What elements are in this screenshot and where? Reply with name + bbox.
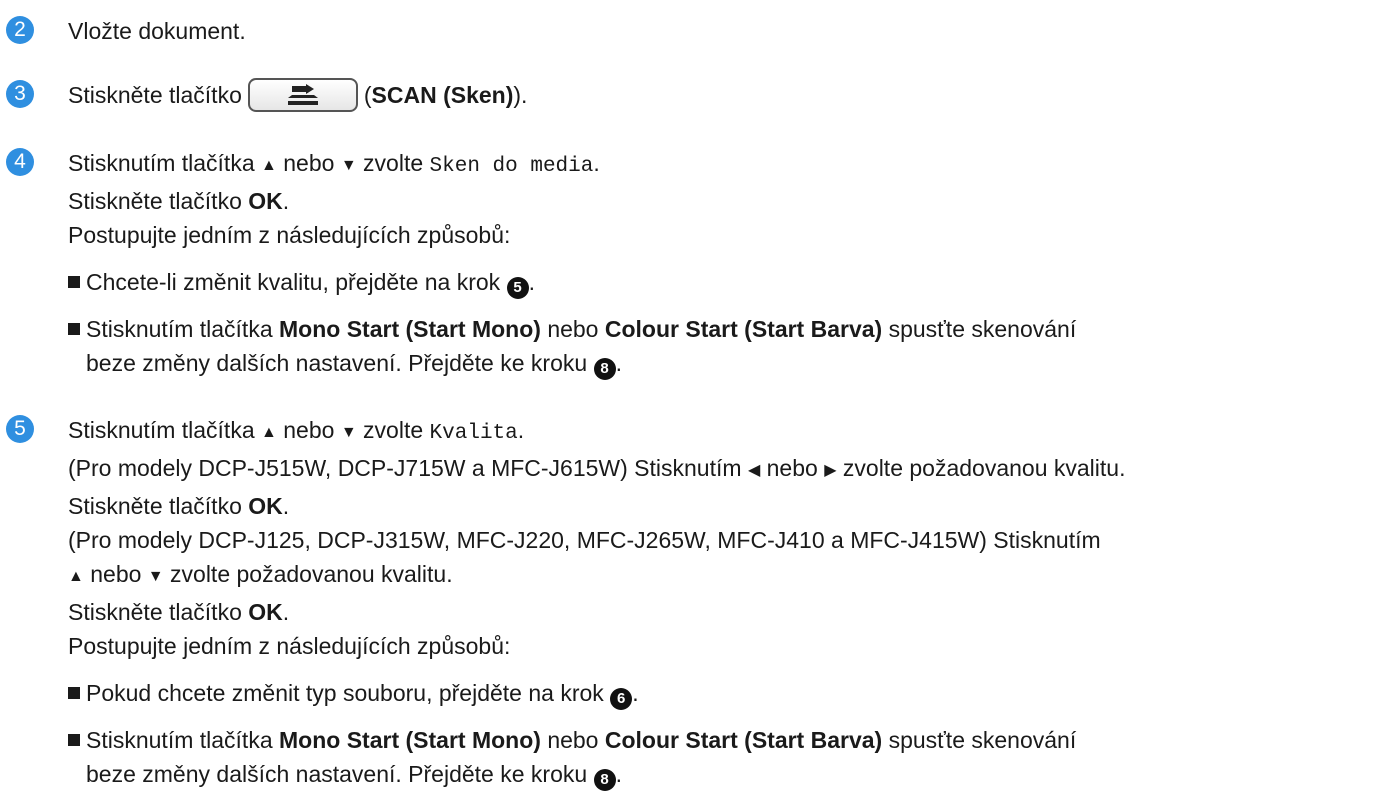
step-line: Stisknutím tlačítka ▲ nebo ▼ zvolte Sken… <box>68 146 1388 184</box>
text-segment: Stiskněte tlačítko <box>68 599 242 625</box>
down-arrow-icon: ▼ <box>147 568 164 585</box>
step-number-badge: 4 <box>6 148 34 176</box>
text-segment: Chcete-li změnit kvalitu, přejděte na kr… <box>86 269 501 295</box>
text-segment: Stisknutím tlačítka <box>68 150 255 176</box>
step-number-badge: 2 <box>6 16 34 44</box>
text-segment: . <box>517 417 525 443</box>
step-reference: 6 <box>610 688 633 710</box>
ok-label: OK <box>248 493 283 519</box>
up-arrow-icon: ▲ <box>261 157 277 174</box>
colour-start-label: Colour Start (Start Barva) <box>604 727 883 753</box>
text-segment: . <box>593 150 600 176</box>
text-segment: . <box>528 269 535 295</box>
text-segment: nebo <box>766 455 818 481</box>
step-text: Vložte dokument. <box>68 18 246 44</box>
text-segment: nebo <box>547 727 599 753</box>
scan-label: SCAN (Sken) <box>371 82 514 108</box>
step-line: ▲ nebo ▼ zvolte požadovanou kvalitu. <box>68 557 1388 595</box>
step-text: Stiskněte tlačítko (SCAN (Sken)). <box>68 77 1388 114</box>
ok-label: OK <box>248 188 283 214</box>
bullet-item: Stisknutím tlačítka Mono Start (Start Mo… <box>68 723 1388 791</box>
bullet-square-icon <box>68 276 80 288</box>
step-reference: 8 <box>593 769 616 791</box>
scan-button[interactable] <box>247 77 358 112</box>
step-number-badge: 5 <box>6 415 34 443</box>
up-arrow-icon: ▲ <box>68 568 84 585</box>
bullet-square-icon <box>68 323 80 335</box>
text-segment: Pokud chcete změnit typ souboru, přejdět… <box>86 680 604 706</box>
text-segment: Stisknutím tlačítka <box>86 727 273 753</box>
bullet-square-icon <box>68 734 80 746</box>
step-line: (Pro modely DCP-J125, DCP-J315W, MFC-J22… <box>68 527 1101 553</box>
text-segment: . <box>282 188 290 214</box>
text-segment: Stisknutím tlačítka <box>86 316 273 342</box>
step-line: Stiskněte tlačítko OK. <box>68 184 1388 218</box>
text-segment: . <box>282 599 290 625</box>
step-reference: 8 <box>593 358 616 380</box>
text-segment: (Pro modely DCP-J515W, DCP-J715W a MFC-J… <box>68 455 742 481</box>
text-segment: nebo <box>283 417 335 443</box>
text-segment: . <box>615 761 622 787</box>
step-number-badge: 3 <box>6 80 34 108</box>
step-line: Postupujte jedním z následujících způsob… <box>68 222 511 248</box>
text-segment: nebo <box>90 561 142 587</box>
step-reference: 5 <box>506 277 529 299</box>
text-segment: zvolte požadovanou kvalitu. <box>170 561 453 587</box>
step-line: Stisknutím tlačítka ▲ nebo ▼ zvolte Kval… <box>68 413 1388 451</box>
ok-label: OK <box>248 599 283 625</box>
text-segment: . <box>615 350 622 376</box>
down-arrow-icon: ▼ <box>340 157 357 174</box>
colour-start-label: Colour Start (Start Barva) <box>604 316 883 342</box>
lcd-menu-text: Sken do media <box>429 155 594 178</box>
step-line: Postupujte jedním z následujících způsob… <box>68 633 511 659</box>
up-arrow-icon: ▲ <box>261 424 277 441</box>
text-segment: . <box>282 493 290 519</box>
step-line: (Pro modely DCP-J515W, DCP-J715W a MFC-J… <box>68 451 1388 489</box>
text-segment: spusťte skenování <box>888 316 1077 342</box>
text-segment: zvolte požadovanou kvalitu. <box>842 455 1126 481</box>
mono-start-label: Mono Start (Start Mono) <box>279 316 541 342</box>
text-segment: ( <box>363 82 372 108</box>
text-segment: nebo <box>547 316 599 342</box>
bullet-square-icon <box>68 687 80 699</box>
left-arrow-icon: ◀ <box>747 462 761 479</box>
text-segment: Stiskněte tlačítko <box>68 82 242 108</box>
mono-start-label: Mono Start (Start Mono) <box>279 727 541 753</box>
bullet-item: Pokud chcete změnit typ souboru, přejdět… <box>68 676 1388 710</box>
text-segment: zvolte <box>363 417 424 443</box>
text-segment: beze změny dalších nastavení. Přejděte k… <box>86 761 588 787</box>
text-segment: spusťte skenování <box>888 727 1077 753</box>
text-segment: Stiskněte tlačítko <box>68 188 242 214</box>
text-segment: zvolte <box>363 150 424 176</box>
step-line: Stiskněte tlačítko OK. <box>68 595 1388 629</box>
text-segment: Stiskněte tlačítko <box>68 493 242 519</box>
bullet-item: Chcete-li změnit kvalitu, přejděte na kr… <box>68 265 1388 299</box>
text-segment: nebo <box>283 150 335 176</box>
bullet-item: Stisknutím tlačítka Mono Start (Start Mo… <box>68 312 1388 380</box>
text-segment: ). <box>513 82 528 108</box>
text-segment: . <box>632 680 639 706</box>
step-line: Stiskněte tlačítko OK. <box>68 489 1388 523</box>
text-segment: beze změny dalších nastavení. Přejděte k… <box>86 350 588 376</box>
right-arrow-icon: ▶ <box>824 462 837 479</box>
lcd-menu-text: Kvalita <box>429 422 518 445</box>
text-segment: Stisknutím tlačítka <box>68 417 255 443</box>
down-arrow-icon: ▼ <box>340 424 357 441</box>
